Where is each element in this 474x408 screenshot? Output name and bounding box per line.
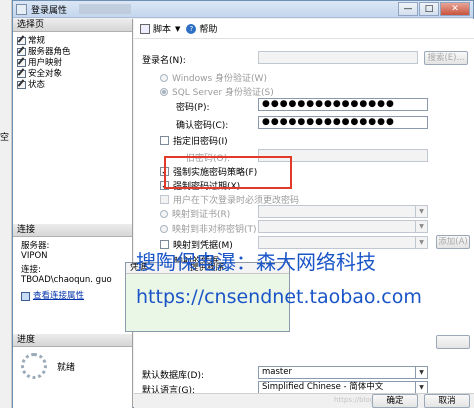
help-icon: ? [186, 23, 197, 34]
page-item-status[interactable]: 状态 [17, 78, 132, 90]
sql-auth-option[interactable]: SQL Server 身份验证(S) [160, 85, 274, 98]
redacted-title-part [79, 4, 132, 14]
page-icon [17, 80, 26, 89]
connection-header: 连接 [13, 224, 132, 237]
certificate-select[interactable]: ▼ [258, 205, 428, 218]
login-properties-dialog: 登录属性 — □ ✕ 选择页 常规 服务器角色 用户映射 安全对象 状态 连接 … [12, 0, 474, 408]
password-label: 密码(P): [176, 103, 210, 113]
title-bar[interactable]: 登录属性 — □ ✕ [13, 1, 473, 18]
default-database-label: 默认数据库(D): [142, 371, 204, 381]
close-button[interactable]: ✕ [440, 2, 470, 16]
page-item-securables[interactable]: 安全对象 [17, 67, 132, 79]
add-button[interactable]: 添加(A) [436, 235, 470, 249]
script-icon [140, 23, 150, 34]
help-button[interactable]: 帮助 [199, 22, 217, 35]
login-name-label: 登录名(N): [142, 56, 186, 66]
properties-icon [21, 291, 30, 301]
background-window-label: 空 [0, 133, 10, 143]
progress-spinner-icon [21, 353, 47, 379]
password-field[interactable]: ●●●●●●●●●●●●●●● [258, 98, 428, 111]
select-page-header: 选择页 [13, 19, 132, 32]
page-list: 常规 服务器角色 用户映射 安全对象 状态 [13, 32, 132, 224]
maximize-button[interactable]: □ [419, 2, 439, 16]
minimize-button[interactable]: — [398, 2, 418, 16]
watermark-line-1: 搜陶保电瀑：森大网络科技 [136, 250, 376, 274]
connection-section: 连接 服务器: VIPON 连接: TBOAD\chaoqun. guo 查看连… [13, 224, 132, 334]
windows-auth-option[interactable]: Windows 身份验证(W) [160, 71, 267, 84]
radio-sql-auth[interactable] [160, 87, 168, 96]
radio-map-asymmetric-key[interactable] [160, 224, 168, 233]
chevron-down-icon: ▼ [415, 367, 427, 378]
progress-status: 就绪 [57, 362, 76, 373]
cancel-button[interactable]: 取消 [424, 394, 470, 408]
watermark-line-2: https://cnsendnet.taobao.com [136, 286, 422, 308]
asymmetric-key-select[interactable]: ▼ [258, 220, 428, 233]
page-icon [17, 58, 26, 67]
watermark-overlay: 搜陶保电瀑：森大网络科技 https://cnsendnet.taobao.co… [136, 250, 422, 310]
background-window-edge: 空 [0, 0, 12, 408]
radio-windows-auth[interactable] [160, 73, 168, 82]
confirm-password-label: 确认密码(C): [176, 121, 229, 131]
page-icon [17, 47, 26, 56]
map-certificate-option[interactable]: 映射到证书(R) [160, 207, 230, 220]
radio-map-certificate[interactable] [160, 209, 168, 218]
page-item-general[interactable]: 常规 [17, 34, 132, 46]
must-change-checkbox[interactable] [160, 195, 169, 204]
chevron-down-icon: ▼ [415, 206, 427, 217]
credential-select[interactable]: ▼ [258, 236, 428, 249]
default-database-select[interactable]: master ▼ [258, 366, 428, 379]
specify-old-password-checkbox[interactable] [160, 136, 169, 145]
script-dropdown-arrow[interactable]: ▼ [175, 25, 180, 33]
progress-section: 进度 就绪 [13, 334, 132, 394]
toolbar: 脚本 ▼ ? 帮助 [134, 19, 474, 39]
connection-label: 连接: [21, 265, 41, 275]
page-item-server-roles[interactable]: 服务器角色 [17, 45, 132, 57]
window-icon [16, 3, 27, 15]
page-item-user-mapping[interactable]: 用户映射 [17, 56, 132, 68]
page-icon [17, 69, 26, 78]
ok-button[interactable]: 确定 [372, 394, 418, 408]
connection-value: TBOAD\chaoqun. guo [21, 275, 112, 285]
remove-button[interactable] [436, 335, 470, 349]
window-title: 登录属性 [31, 5, 68, 16]
chevron-down-icon: ▼ [415, 382, 427, 393]
right-pane: 脚本 ▼ ? 帮助 登录名(N): 搜索(E)... Windows 身份验证(… [134, 19, 474, 408]
progress-header: 进度 [13, 334, 132, 347]
chevron-down-icon: ▼ [415, 221, 427, 232]
server-label: 服务器: [21, 241, 50, 251]
map-asymmetric-key-option[interactable]: 映射到非对称密钥(T) [160, 222, 257, 235]
left-pane: 选择页 常规 服务器角色 用户映射 安全对象 状态 连接 服务器: VIPON … [13, 19, 133, 408]
highlight-annotation-box [164, 156, 292, 189]
view-connection-properties-link[interactable]: 查看连接属性 [21, 291, 132, 301]
dialog-footer: https://blog.csdn.net/... 确定 取消 [134, 393, 474, 408]
page-icon [17, 36, 26, 45]
map-credential-checkbox[interactable] [160, 240, 169, 249]
chevron-down-icon: ▼ [415, 237, 427, 248]
confirm-password-field[interactable]: ●●●●●●●●●●●●●●● [258, 116, 428, 129]
server-value: VIPON [21, 251, 48, 261]
script-button[interactable]: 脚本 [153, 22, 171, 35]
search-button[interactable]: 搜索(E)... [424, 51, 468, 65]
specify-old-password-option[interactable]: 指定旧密码(I) [160, 134, 228, 147]
login-name-field[interactable] [258, 51, 418, 64]
